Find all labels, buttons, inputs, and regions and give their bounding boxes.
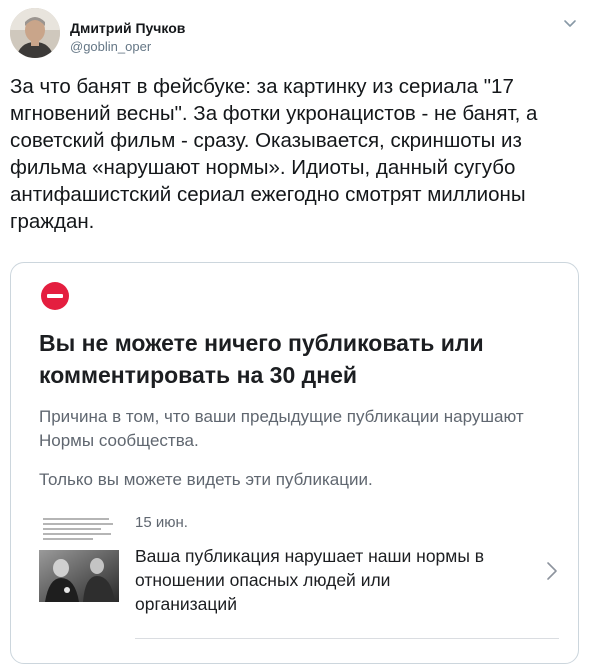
author-name[interactable]: Дмитрий Пучков — [70, 20, 185, 36]
chevron-right-icon[interactable] — [545, 560, 559, 582]
ban-reason: Причина в том, что ваши предыдущие публи… — [39, 407, 524, 450]
tweet-header: Дмитрий Пучков @goblin_oper — [10, 8, 579, 60]
post-violation-text: Ваша публикация нарушает наши нормы в от… — [135, 546, 485, 614]
post-date: 15 июн. — [135, 514, 188, 531]
visibility-note: Только вы можете видеть эти публикации. — [39, 470, 373, 489]
author-handle[interactable]: @goblin_oper — [70, 39, 151, 54]
stop-icon — [41, 282, 69, 310]
ban-title: Вы не можете ничего публиковать или комм… — [39, 330, 484, 388]
row-divider — [135, 638, 559, 639]
tweet-text: За что банят в фейсбуке: за картинку из … — [10, 75, 544, 233]
more-chevron-down-icon[interactable] — [561, 14, 579, 32]
facebook-ban-screenshot: Вы не можете ничего публиковать или комм… — [10, 262, 579, 664]
violating-post-row[interactable]: 15 июн. Ваша публикация нарушает наши но… — [39, 510, 559, 640]
tweet: Дмитрий Пучков @goblin_oper За что банят… — [0, 0, 589, 664]
avatar[interactable] — [10, 8, 60, 58]
post-thumbnail — [39, 516, 119, 602]
